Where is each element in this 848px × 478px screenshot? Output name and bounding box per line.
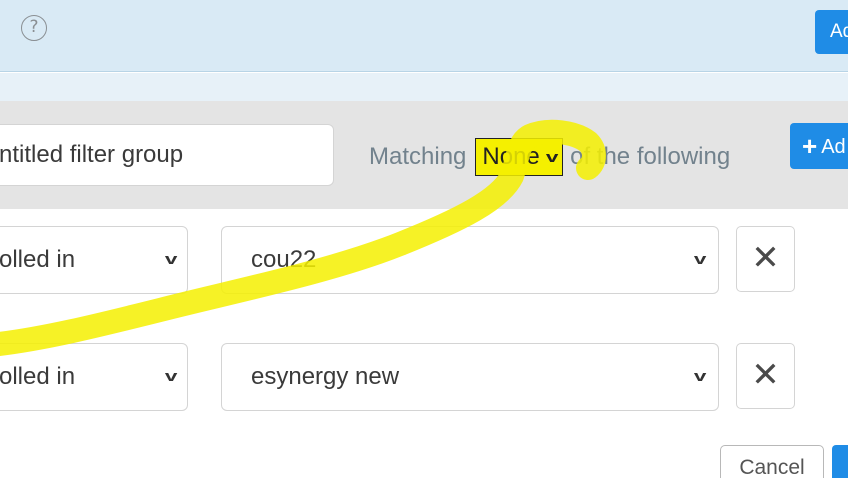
matching-suffix-label: of the following [570,143,731,170]
chevron-down-icon: v [545,148,559,166]
matching-select[interactable]: None v [475,138,564,176]
filter-group-name-input[interactable] [0,124,334,186]
save-button[interactable] [832,445,848,478]
add-filter-button[interactable]: + Ad [790,123,848,169]
rule-field-select[interactable]: olled in v [0,343,188,411]
filter-editor: ? Ad Matching None v of the following +A… [0,0,848,478]
rule-field-select[interactable]: olled in v [0,226,188,294]
rule-field-value: olled in [0,246,76,273]
chevron-down-icon: v [164,368,178,385]
chevron-down-icon: v [693,251,707,268]
rule-field-value: olled in [0,363,76,390]
chevron-down-icon: v [693,368,707,385]
filter-group-header: Matching None v of the following +Ad [0,101,848,209]
add-filter-label: Ad [821,136,846,158]
matching-prefix-label: Matching [369,143,467,170]
filter-rule-row: olled in v esynergy new v ✕ [0,343,848,411]
cancel-button[interactable]: Cancel [720,445,824,478]
top-spacer [0,73,848,101]
plus-icon: + [802,131,818,161]
close-icon: ✕ [751,355,780,395]
top-action-button[interactable]: Ad [815,10,848,54]
remove-rule-button[interactable]: ✕ [736,226,795,292]
rule-value-text: cou22 [251,246,317,273]
filter-rule-row: olled in v cou22 v ✕ [0,226,848,294]
close-icon: ✕ [751,238,780,278]
top-bar: ? Ad [0,0,848,72]
remove-rule-button[interactable]: ✕ [736,343,795,409]
matching-select-value: None [482,143,540,170]
rule-value-select[interactable]: esynergy new v [221,343,719,411]
chevron-down-icon: v [164,251,178,268]
help-icon[interactable]: ? [21,15,47,41]
rule-value-text: esynergy new [251,363,400,390]
rule-value-select[interactable]: cou22 v [221,226,719,294]
matching-row: Matching None v of the following [369,137,730,177]
